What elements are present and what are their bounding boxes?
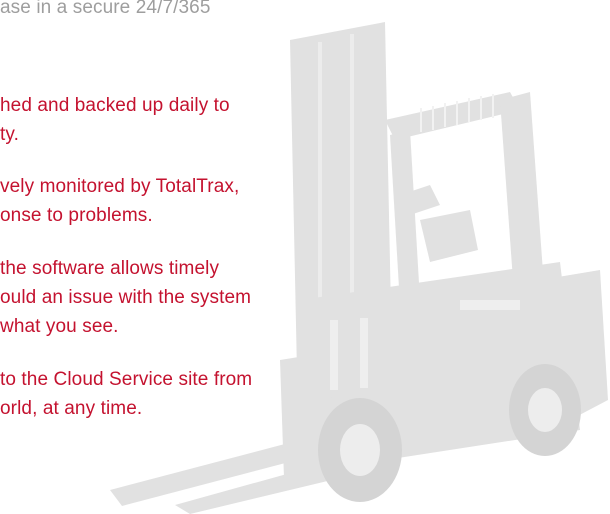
document-page: ase in a secure 24/7/365 hed and backed … (0, 0, 610, 514)
intro-text: ase in a secure 24/7/365 (0, 0, 211, 18)
bullet-3-line-3: what you see. (0, 316, 119, 337)
bullet-2-line-1: vely monitored by TotalTrax, (0, 176, 240, 197)
bullet-1-line-1: hed and backed up daily to (0, 95, 230, 116)
text-content: ase in a secure 24/7/365 hed and backed … (0, 0, 610, 514)
bullet-3-line-1: the software allows timely (0, 258, 220, 279)
bullet-4-line-2: orld, at any time. (0, 398, 143, 419)
bullet-4-line-1: to the Cloud Service site from (0, 369, 253, 390)
bullet-1-line-2: ty. (0, 124, 19, 145)
bullet-2-line-2: onse to problems. (0, 205, 153, 226)
bullet-3-line-2: ould an issue with the system (0, 287, 252, 308)
